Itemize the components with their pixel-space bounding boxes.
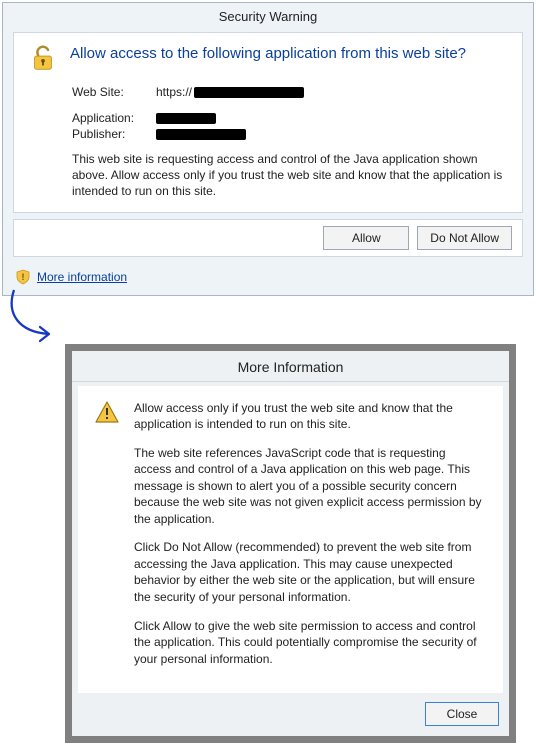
- padlock-icon: [28, 43, 58, 73]
- info-paragraph-1: Allow access only if you trust the web s…: [134, 400, 483, 433]
- more-information-link[interactable]: More information: [37, 270, 127, 284]
- dialog-title: Security Warning: [3, 3, 533, 28]
- annotation-arrow: [0, 304, 536, 344]
- info-paragraph-2: The web site references JavaScript code …: [134, 445, 483, 528]
- close-button[interactable]: Close: [425, 702, 499, 726]
- redacted-text: [194, 87, 304, 98]
- content-panel: Allow access to the following applicatio…: [13, 32, 523, 213]
- redacted-text: [156, 113, 216, 124]
- redacted-text: [156, 129, 246, 140]
- publisher-value: [156, 129, 246, 140]
- warning-body-text: This web site is requesting access and c…: [72, 151, 508, 200]
- info-dialog-title: More Information: [72, 351, 509, 382]
- info-text-block: Allow access only if you trust the web s…: [134, 400, 483, 680]
- info-button-bar: Close: [72, 698, 509, 736]
- button-bar: Allow Do Not Allow: [13, 219, 523, 257]
- do-not-allow-button[interactable]: Do Not Allow: [417, 226, 512, 250]
- warning-triangle-icon: [94, 400, 120, 426]
- security-warning-dialog: Security Warning Allow access to the fol…: [2, 2, 534, 296]
- info-paragraph-3: Click Do Not Allow (recommended) to prev…: [134, 539, 483, 605]
- website-value: https://: [156, 85, 304, 99]
- website-prefix: https://: [156, 85, 192, 99]
- publisher-label: Publisher:: [72, 127, 156, 141]
- fields-block: Web Site: https:// Application: Publishe…: [72, 85, 508, 141]
- info-paragraph-4: Click Allow to give the web site permiss…: [134, 618, 483, 668]
- application-label: Application:: [72, 111, 156, 125]
- more-information-dialog: More Information Allow access only if yo…: [65, 344, 516, 744]
- more-info-row: ! More information: [3, 265, 533, 295]
- application-value: [156, 113, 216, 124]
- info-body: Allow access only if you trust the web s…: [78, 386, 503, 694]
- website-label: Web Site:: [72, 85, 156, 99]
- dialog-question: Allow access to the following applicatio…: [70, 45, 466, 64]
- svg-text:!: !: [22, 272, 25, 282]
- shield-icon: !: [15, 269, 31, 285]
- allow-button[interactable]: Allow: [323, 226, 409, 250]
